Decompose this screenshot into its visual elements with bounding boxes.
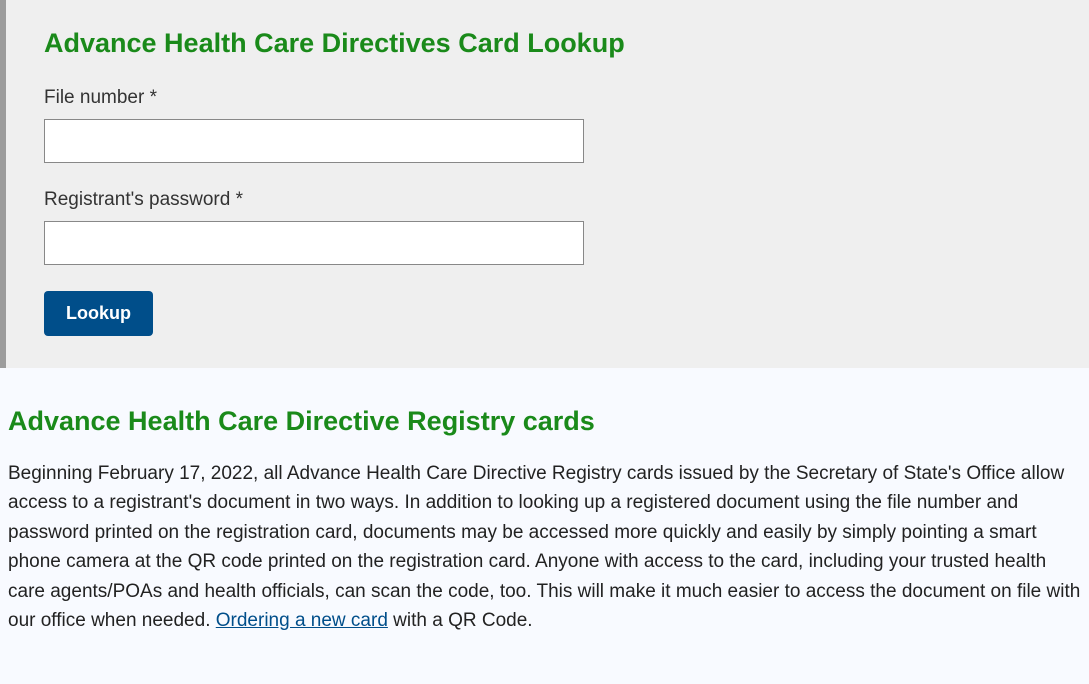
file-number-group: File number * (44, 87, 1051, 163)
lookup-panel: Advance Health Care Directives Card Look… (0, 0, 1089, 368)
file-number-label: File number * (44, 87, 1051, 109)
content-title: Advance Health Care Directive Registry c… (8, 406, 1081, 437)
content-section: Advance Health Care Directive Registry c… (0, 398, 1089, 666)
content-paragraph: Beginning February 17, 2022, all Advance… (8, 459, 1081, 636)
lookup-button[interactable]: Lookup (44, 291, 153, 336)
paragraph-text-pre: Beginning February 17, 2022, all Advance… (8, 463, 1080, 631)
password-input[interactable] (44, 221, 584, 265)
file-number-input[interactable] (44, 119, 584, 163)
password-group: Registrant's password * (44, 189, 1051, 265)
password-label: Registrant's password * (44, 189, 1051, 211)
ordering-new-card-link[interactable]: Ordering a new card (216, 610, 388, 631)
lookup-title: Advance Health Care Directives Card Look… (44, 28, 1051, 59)
paragraph-text-post: with a QR Code. (388, 610, 533, 631)
